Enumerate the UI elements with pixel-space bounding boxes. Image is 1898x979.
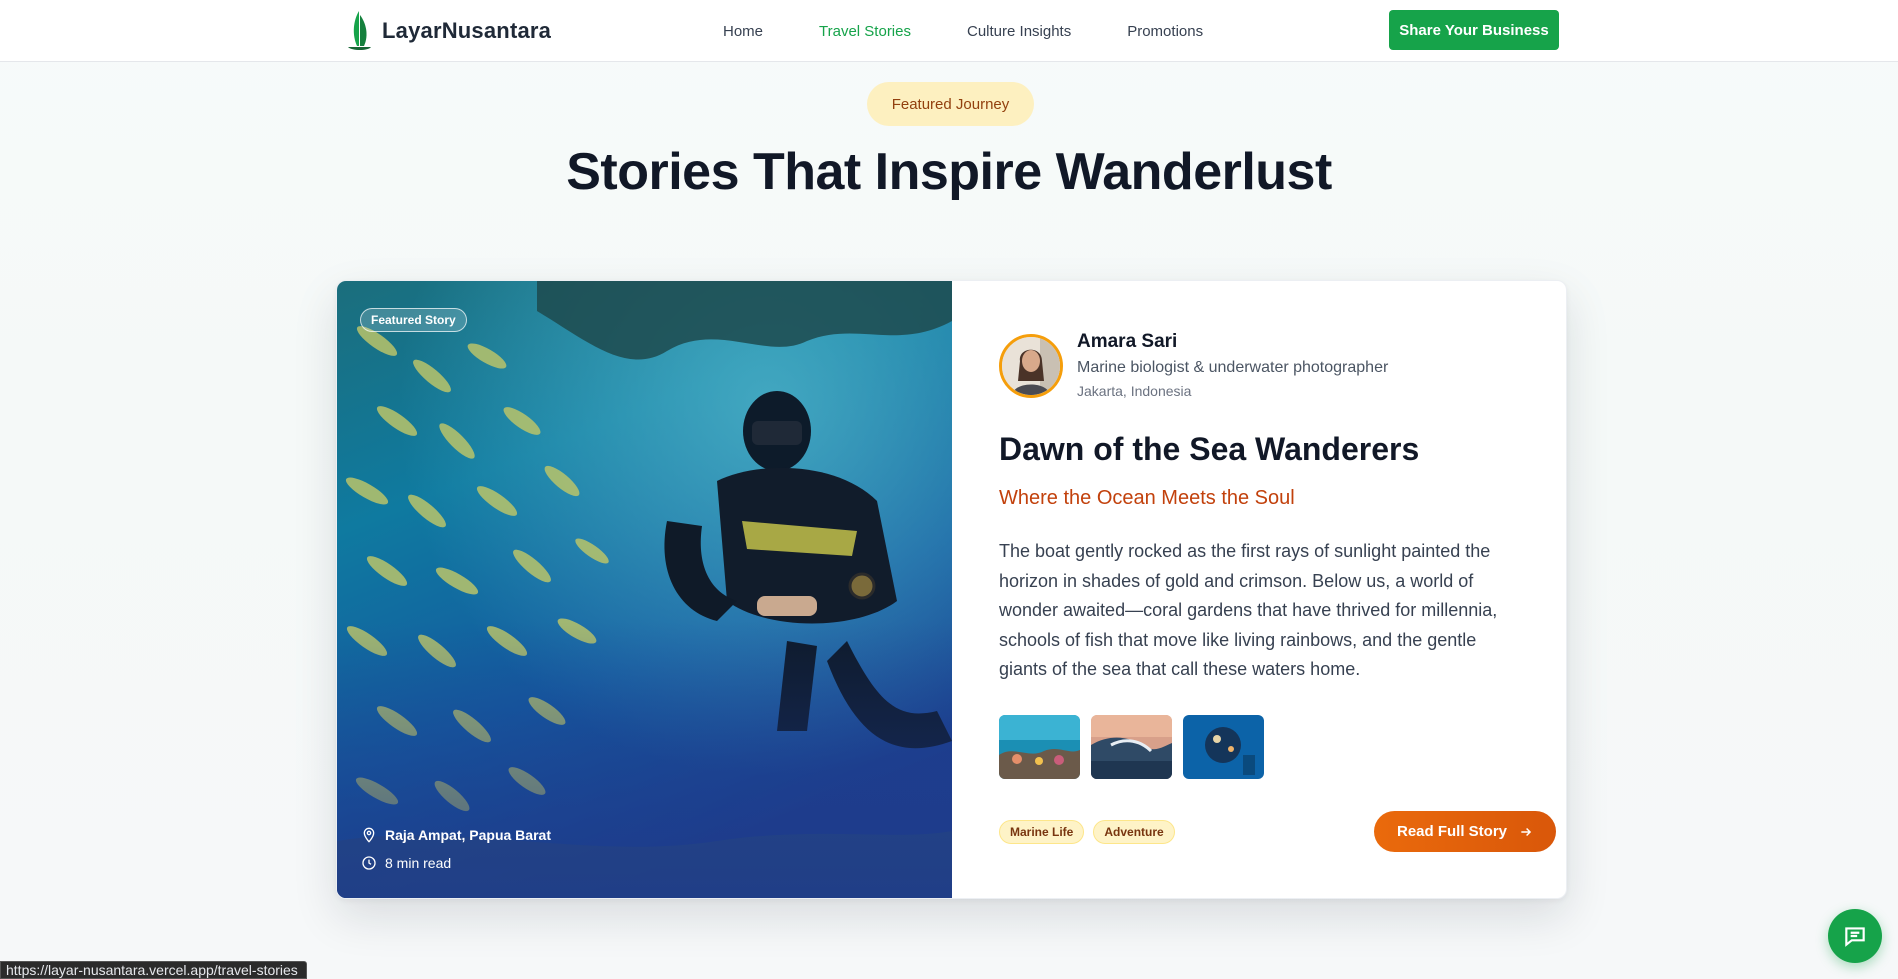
ocean-wave-thumbnail[interactable] xyxy=(1091,715,1172,779)
sailboat-icon xyxy=(348,11,371,50)
author-avatar[interactable] xyxy=(999,334,1063,398)
chat-button[interactable] xyxy=(1828,909,1882,963)
tag-marine-life[interactable]: Marine Life xyxy=(999,820,1085,844)
nav-link-travel-stories[interactable]: Travel Stories xyxy=(819,23,911,40)
story-excerpt: The boat gently rocked as the first rays… xyxy=(999,541,1498,679)
status-bar-url: https://layar-nusantara.vercel.app/trave… xyxy=(0,961,307,979)
read-full-story-button[interactable]: Read Full Story xyxy=(1374,811,1556,852)
map-pin-icon xyxy=(363,827,375,843)
story-read-time-text: 8 min read xyxy=(385,855,452,871)
story-tags: Marine Life Adventure xyxy=(999,820,1184,844)
clock-icon xyxy=(362,856,376,870)
nav-link-culture-insights[interactable]: Culture Insights xyxy=(967,23,1071,40)
tag-adventure[interactable]: Adventure xyxy=(1093,820,1175,844)
brand[interactable]: LayarNusantara xyxy=(344,9,551,53)
arrow-right-icon xyxy=(1521,827,1532,836)
page-title: Stories That Inspire Wanderlust xyxy=(566,143,1332,201)
chat-bubble-icon xyxy=(1845,927,1865,947)
main-nav: Home Travel Stories Culture Insights Pro… xyxy=(723,0,1259,62)
story-location: Raja Ampat, Papua Barat xyxy=(361,827,551,843)
story-gallery xyxy=(999,715,1275,779)
story-content: Amara Sari Marine biologist & underwater… xyxy=(952,281,1566,898)
story-read-time: 8 min read xyxy=(361,855,451,871)
underwater-diver-illustration xyxy=(337,281,952,898)
story-subtitle: Where the Ocean Meets the Soul xyxy=(999,487,1295,509)
top-navbar: LayarNusantara Home Travel Stories Cultu… xyxy=(0,0,1898,62)
nav-link-promotions[interactable]: Promotions xyxy=(1127,23,1203,40)
featured-story-badge: Featured Story xyxy=(360,308,467,332)
brand-name: LayarNusantara xyxy=(382,18,552,43)
diver-reef-thumbnail[interactable] xyxy=(1183,715,1264,779)
author-name: Amara Sari xyxy=(1077,331,1178,352)
story-cover-image[interactable]: Featured Story Raja Ampat, Papua Barat 8… xyxy=(337,281,952,898)
coral-reef-thumbnail[interactable] xyxy=(999,715,1080,779)
story-title: Dawn of the Sea Wanderers xyxy=(999,431,1420,467)
author-portrait xyxy=(1002,337,1060,395)
featured-story-card: Featured Story Raja Ampat, Papua Barat 8… xyxy=(336,280,1567,899)
author-role: Marine biologist & underwater photograph… xyxy=(1077,359,1389,376)
nav-link-home[interactable]: Home xyxy=(723,23,763,40)
featured-journey-pill: Featured Journey xyxy=(867,82,1034,126)
story-location-text: Raja Ampat, Papua Barat xyxy=(385,827,551,843)
author-location: Jakarta, Indonesia xyxy=(1077,383,1192,399)
share-business-button[interactable]: Share Your Business xyxy=(1389,10,1559,50)
read-full-story-label: Read Full Story xyxy=(1396,823,1508,840)
